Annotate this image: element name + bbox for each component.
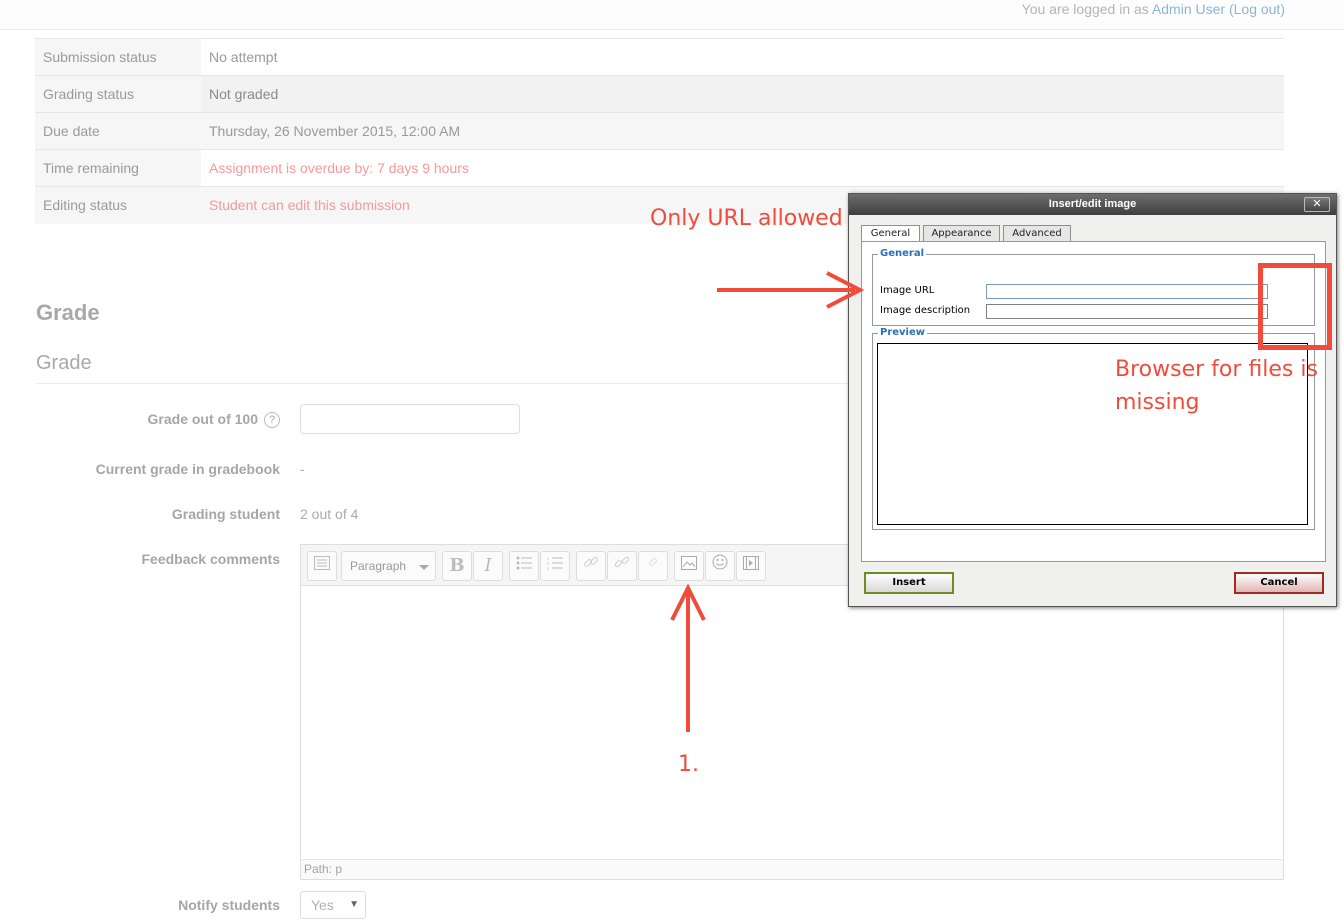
annotation-arrows xyxy=(670,271,865,732)
arrow-right-icon xyxy=(717,271,865,309)
arrow-up-icon xyxy=(670,583,706,732)
